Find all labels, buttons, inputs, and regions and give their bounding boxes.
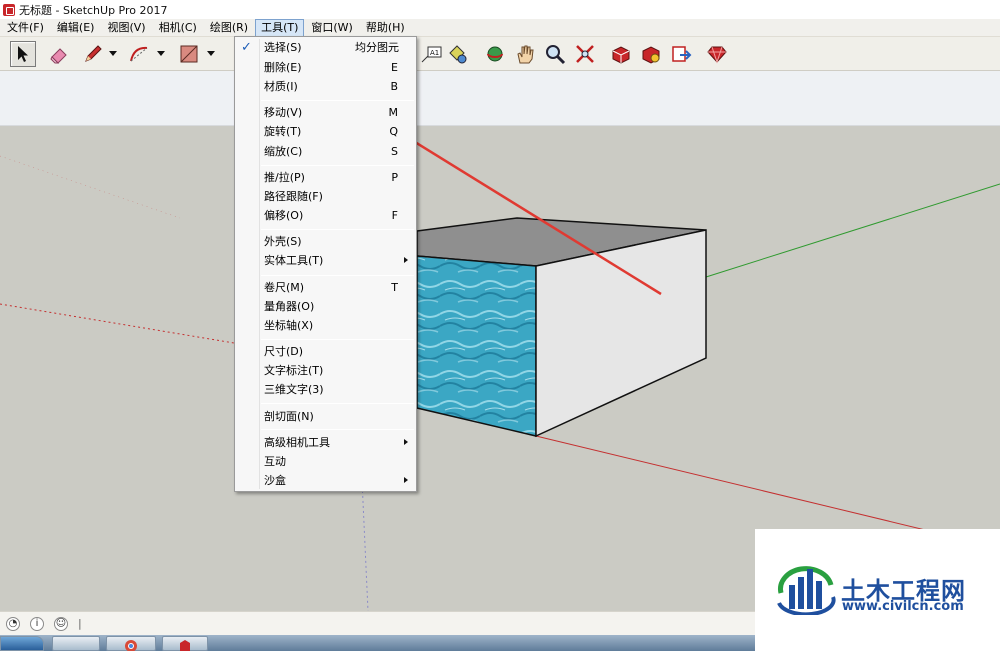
civilcn-logo-icon — [777, 566, 836, 615]
menu-item-push-pull[interactable]: 推/拉(P) P — [235, 168, 416, 187]
menu-item-move[interactable]: 移动(V) M — [235, 103, 416, 122]
menu-item-solid-tools[interactable]: 实体工具(T) — [235, 251, 416, 270]
menu-item-follow-me[interactable]: 路径跟随(F) — [235, 187, 416, 206]
watermark-logo-panel: 土木工程网 www.civilcn.com — [755, 529, 1000, 651]
menu-item-axes[interactable]: 坐标轴(X) — [235, 316, 416, 335]
submenu-arrow-icon — [404, 257, 408, 263]
menu-item-section-plane[interactable]: 剖切面(N) — [235, 407, 416, 426]
user-account-icon[interactable]: ☺ — [54, 616, 68, 631]
menu-item-outer-shell[interactable]: 外壳(S) — [235, 232, 416, 251]
info-icon[interactable]: i — [30, 616, 44, 631]
menu-item-advanced-camera[interactable]: 高级相机工具 — [235, 433, 416, 452]
menu-item-protractor[interactable]: 量角器(O) — [235, 297, 416, 316]
tools-menu-dropdown: ✓ 选择(S) 均分图元 删除(E) E 材质(I) B 移动(V) M 旋转(T) Q 缩… — [234, 36, 417, 492]
geolocation-icon[interactable]: ◔ — [6, 616, 20, 631]
browser-task[interactable] — [106, 636, 156, 651]
menu-item-select[interactable]: ✓ 选择(S) 均分图元 — [235, 38, 416, 57]
sketchup-task[interactable] — [162, 636, 208, 651]
menu-item-scale[interactable]: 缩放(C) S — [235, 142, 416, 161]
menu-item-3d-text[interactable]: 三维文字(3) — [235, 380, 416, 399]
menu-item-paint[interactable]: 材质(I) B — [235, 77, 416, 96]
menu-item-rotate[interactable]: 旋转(T) Q — [235, 122, 416, 141]
menu-item-interact[interactable]: 互动 — [235, 452, 416, 471]
start-button[interactable] — [0, 636, 44, 651]
checkmark-icon: ✓ — [241, 40, 252, 55]
explorer-task[interactable] — [52, 636, 100, 651]
submenu-arrow-icon — [404, 477, 408, 483]
menu-item-sandbox[interactable]: 沙盒 — [235, 471, 416, 490]
chrome-icon — [125, 640, 137, 651]
menu-item-text[interactable]: 文字标注(T) — [235, 361, 416, 380]
menu-item-dimensions[interactable]: 尺寸(D) — [235, 342, 416, 361]
sketchup-icon — [180, 640, 190, 651]
watermark-url: www.civilcn.com — [842, 599, 964, 614]
submenu-arrow-icon — [404, 439, 408, 445]
menu-item-offset[interactable]: 偏移(O) F — [235, 206, 416, 225]
menu-item-erase[interactable]: 删除(E) E — [235, 58, 416, 77]
menu-item-tape-measure[interactable]: 卷尺(M) T — [235, 278, 416, 297]
